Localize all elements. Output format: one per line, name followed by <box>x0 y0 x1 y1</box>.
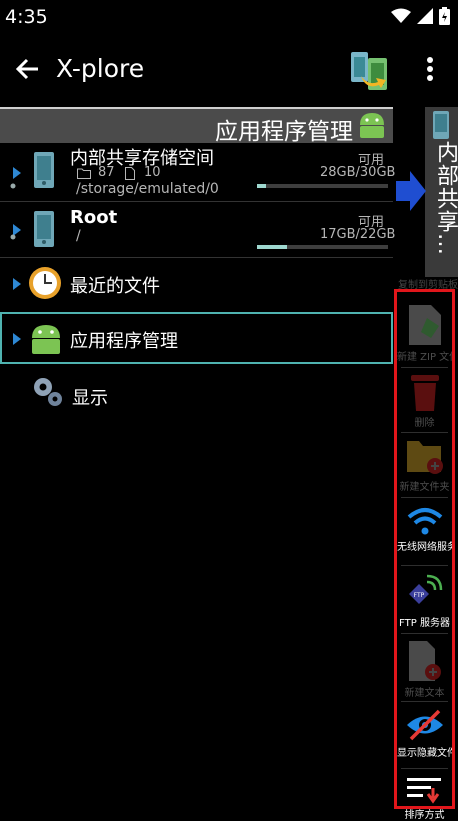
phone-storage-icon <box>433 111 449 139</box>
battery-icon <box>439 7 450 25</box>
item-path: /storage/emulated/0 <box>76 181 219 197</box>
more-options-icon[interactable] <box>420 52 440 86</box>
dot-icon <box>10 183 16 189</box>
list-item-display[interactable]: 显示 <box>0 366 393 420</box>
status-time: 4:35 <box>5 6 48 28</box>
text-file-add-icon <box>408 641 441 681</box>
item-name: 最近的文件 <box>70 276 160 297</box>
back-arrow-icon[interactable] <box>12 54 42 84</box>
action-toolbar: 新建 ZIP 文件 删除 新建文件夹 无线网络服务 FTP FTP 服务器 新建… <box>394 289 455 821</box>
usage-bar <box>257 245 388 249</box>
file-icon <box>125 167 135 180</box>
tool-label: 新建 ZIP 文件 <box>397 352 452 363</box>
show-hidden-files-button[interactable]: 显示隐藏文件 <box>397 708 452 759</box>
ftp-icon: FTP <box>408 574 442 604</box>
divider <box>401 701 448 702</box>
tool-label: 无线网络服务 <box>397 542 452 553</box>
ftp-server-button[interactable]: FTP FTP 服务器 <box>397 572 452 629</box>
list-item-internal-storage[interactable]: 内部共享存储空间 87 10 /storage/emulated/0 可用 28… <box>0 143 396 201</box>
folder-add-icon <box>406 441 443 474</box>
expand-arrow-icon[interactable] <box>13 167 21 179</box>
list-item-recent-files[interactable]: 最近的文件 <box>0 258 393 310</box>
list-item-app-manager[interactable]: 应用程序管理 <box>0 312 393 364</box>
svg-text:FTP: FTP <box>413 592 424 599</box>
space-text: 28GB/30GB <box>320 165 396 180</box>
wifi-server-button[interactable]: 无线网络服务 <box>397 506 452 553</box>
expand-arrow-icon[interactable] <box>13 278 21 290</box>
sort-icon <box>406 778 441 804</box>
phone-storage-icon <box>34 211 54 247</box>
list-item-root[interactable]: Root / 可用 17GB/22GB <box>0 202 396 257</box>
other-pane-tab[interactable]: 内部共享… <box>425 107 458 277</box>
wifi-icon <box>391 8 411 23</box>
item-name: Root <box>70 207 118 228</box>
trash-icon <box>410 375 439 411</box>
usage-bar-fill <box>257 184 267 188</box>
divider <box>401 565 448 566</box>
android-icon <box>32 325 60 354</box>
copy-direction-arrow-icon <box>396 171 426 211</box>
sort-button[interactable]: 排序方式 <box>397 776 452 821</box>
usage-bar <box>257 184 388 188</box>
app-title: X-plore <box>56 54 145 83</box>
status-bar: 4:35 <box>0 0 458 34</box>
new-text-button[interactable]: 新建文本 <box>397 640 452 699</box>
swap-panes-icon[interactable] <box>348 46 390 94</box>
phone-storage-icon <box>34 152 54 188</box>
gears-icon <box>34 378 62 406</box>
space-text: 17GB/22GB <box>320 227 396 242</box>
file-count: 10 <box>144 165 161 180</box>
item-name: 显示 <box>72 388 108 409</box>
expand-arrow-icon[interactable] <box>13 333 21 345</box>
divider <box>401 432 448 433</box>
tool-label: 新建文件夹 <box>399 482 450 493</box>
item-name: 内部共享存储空间 <box>70 148 214 169</box>
divider <box>401 367 448 368</box>
item-path: / <box>76 228 81 244</box>
folder-count: 87 <box>98 165 115 180</box>
app-bar: X-plore <box>0 34 458 104</box>
new-folder-button[interactable]: 新建文件夹 <box>397 438 452 493</box>
clock-icon <box>29 267 61 299</box>
pane-header[interactable]: 应用程序管理 <box>0 107 393 145</box>
folder-icon <box>77 168 91 179</box>
wifi-icon <box>407 508 442 535</box>
tool-label: FTP 服务器 <box>399 618 450 629</box>
tool-label: 删除 <box>414 418 435 429</box>
tool-label: 新建文本 <box>404 688 445 699</box>
signal-icon <box>417 8 433 24</box>
item-name: 应用程序管理 <box>70 331 178 352</box>
pane-header-title: 应用程序管理 <box>215 119 353 145</box>
usage-bar-fill <box>257 245 288 249</box>
new-zip-button[interactable]: 新建 ZIP 文件 <box>397 304 452 363</box>
divider <box>401 633 448 634</box>
tool-label: 排序方式 <box>404 810 445 821</box>
tool-label: 显示隐藏文件 <box>397 748 452 759</box>
dot-icon <box>10 234 16 240</box>
divider <box>401 768 448 769</box>
divider <box>401 497 448 498</box>
android-icon <box>360 113 384 138</box>
eye-hidden-icon <box>406 709 443 741</box>
delete-button[interactable]: 删除 <box>397 372 452 429</box>
zip-icon <box>408 305 441 345</box>
status-icons <box>391 7 450 25</box>
other-pane-label: 内部共享… <box>433 141 458 256</box>
